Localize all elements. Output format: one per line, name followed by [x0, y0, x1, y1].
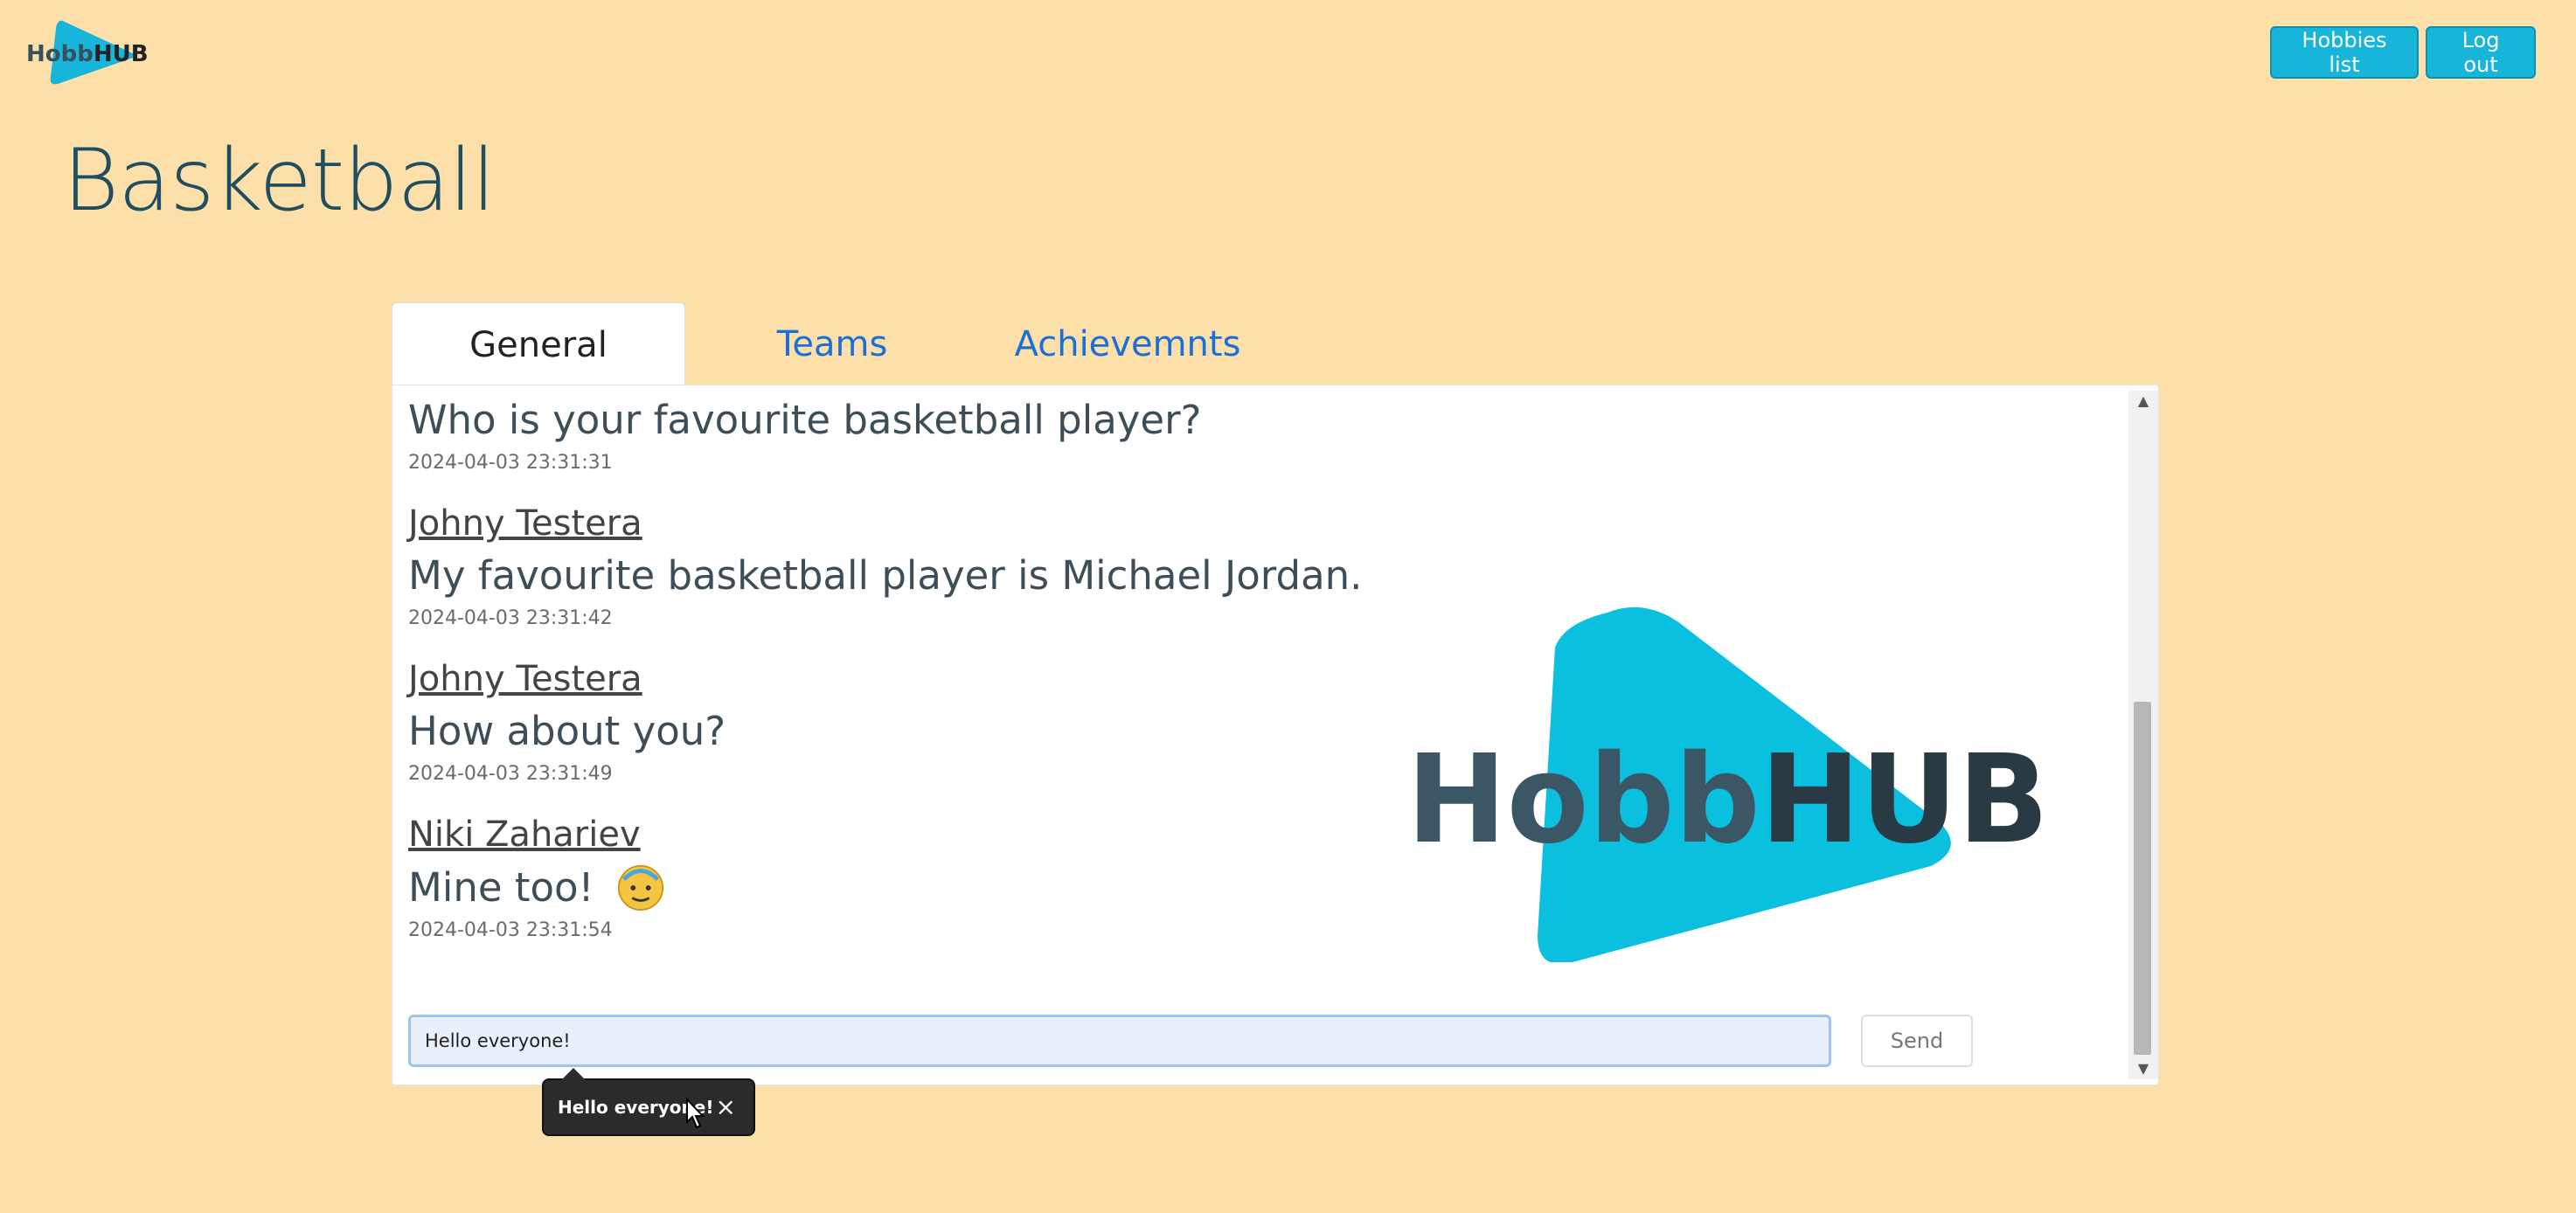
- hot-face-emoji-icon: [617, 864, 663, 911]
- page-title: Basketball: [63, 131, 496, 231]
- message-list: Who is your favourite basketball player?…: [408, 394, 2069, 953]
- message-scrollbar[interactable]: ▲ ▼: [2128, 391, 2158, 1079]
- message-author-link[interactable]: Niki Zahariev: [408, 808, 641, 861]
- message-text-row: Mine too!: [408, 861, 2069, 914]
- close-icon[interactable]: ×: [716, 1092, 736, 1121]
- tab-teams[interactable]: Teams: [685, 302, 979, 386]
- scroll-thumb[interactable]: [2134, 702, 2151, 1055]
- message-time: 2024-04-03 23:31:54: [408, 919, 613, 941]
- logo-play-icon: HobbHUB: [26, 20, 149, 85]
- message-item: Johny Testera How about you? 2024-04-03 …: [408, 641, 2069, 789]
- message-item: Niki Zahariev Mine too! 2024-04-03 23:31…: [408, 796, 2069, 946]
- message-text: How about you?: [408, 708, 726, 754]
- message-input[interactable]: [408, 1015, 1831, 1067]
- message-text: My favourite basketball player is Michae…: [408, 552, 1363, 599]
- mouse-cursor-icon: [686, 1098, 705, 1129]
- hobbies-list-button[interactable]: Hobbies list: [2270, 26, 2419, 79]
- autofill-suggestion[interactable]: Hello everyone! ×: [542, 1068, 755, 1136]
- message-time: 2024-04-03 23:31:31: [408, 452, 613, 474]
- send-button[interactable]: Send: [1861, 1015, 1973, 1067]
- tab-bar: General Teams Achievemnts: [392, 302, 1276, 386]
- message-item: Who is your favourite basketball player?…: [408, 394, 2069, 478]
- message-author-link[interactable]: Johny Testera: [408, 497, 642, 550]
- hobbhub-logo[interactable]: HobbHUB: [23, 16, 163, 87]
- message-time: 2024-04-03 23:31:42: [408, 607, 613, 629]
- scroll-down-arrow-icon[interactable]: ▼: [2128, 1058, 2158, 1079]
- chat-panel: Who is your favourite basketball player?…: [392, 385, 2159, 1085]
- message-text: Who is your favourite basketball player?: [408, 397, 1202, 443]
- tab-achievements[interactable]: Achievemnts: [979, 302, 1276, 386]
- message-author-link[interactable]: Johny Testera: [408, 653, 642, 705]
- page: HobbHUB Hobbies list Log out Basketball …: [0, 0, 2576, 1213]
- message-time: 2024-04-03 23:31:49: [408, 763, 613, 785]
- header-actions: Hobbies list Log out: [2270, 26, 2536, 79]
- message-text: Mine too!: [408, 864, 607, 911]
- svg-text:HobbHUB: HobbHUB: [26, 41, 149, 67]
- message-item: Johny Testera My favourite basketball pl…: [408, 485, 2069, 634]
- scroll-up-arrow-icon[interactable]: ▲: [2128, 391, 2158, 412]
- logout-button[interactable]: Log out: [2426, 26, 2536, 79]
- tab-general[interactable]: General: [392, 302, 685, 386]
